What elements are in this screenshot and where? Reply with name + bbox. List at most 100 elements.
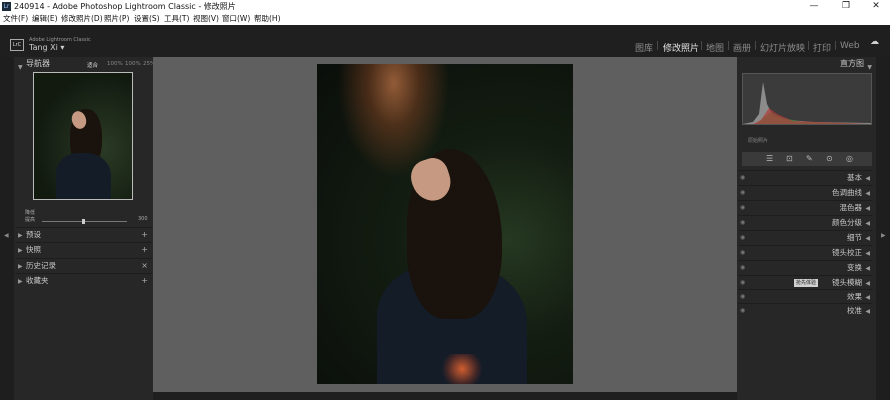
visibility-toggle-icon[interactable]: ◉: [740, 171, 745, 185]
panel-label: 变换: [847, 263, 862, 272]
cloud-icon[interactable]: ☁: [870, 37, 879, 47]
module-separator: |: [700, 41, 704, 51]
panel-calibration[interactable]: ◉ 校准 ◀: [738, 303, 873, 318]
visibility-toggle-icon[interactable]: ◉: [740, 246, 745, 260]
right-collapse-arrow-icon[interactable]: ▶: [881, 232, 886, 239]
title-bar: Lr 240914 - Adobe Photoshop Lightroom Cl…: [0, 0, 890, 13]
menu-file[interactable]: 文件(F): [3, 13, 28, 25]
section-history[interactable]: ▶ 历史记录 ×: [15, 258, 152, 273]
section-label: 历史记录: [26, 261, 56, 270]
zoom-fit[interactable]: 适合: [87, 61, 98, 69]
add-icon[interactable]: +: [141, 274, 148, 288]
expand-triangle-icon: ◀: [865, 235, 870, 242]
panel-label: 镜头校正: [832, 248, 862, 257]
photo-canvas[interactable]: [153, 57, 737, 392]
module-develop[interactable]: 修改照片: [663, 41, 699, 54]
section-presets[interactable]: ▶ 预设 +: [15, 227, 152, 242]
visibility-toggle-icon[interactable]: ◉: [740, 290, 745, 304]
add-icon[interactable]: +: [141, 243, 148, 257]
slider-value: 300: [138, 216, 148, 222]
navigator-slider-knob[interactable]: [82, 219, 85, 224]
module-library[interactable]: 图库: [635, 41, 653, 54]
expand-triangle-icon: ▶: [18, 232, 23, 239]
visibility-toggle-icon[interactable]: ◉: [740, 261, 745, 275]
histogram-header[interactable]: 直方图 ▼: [738, 57, 875, 71]
menu-develop[interactable]: 修改照片(D): [61, 13, 103, 25]
module-separator: |: [834, 41, 838, 51]
navigator-preview[interactable]: [33, 72, 133, 200]
crop-icon[interactable]: ⊡: [786, 152, 793, 166]
section-label: 收藏夹: [26, 276, 49, 285]
panel-effects[interactable]: ◉ 效果 ◀: [738, 289, 873, 304]
right-edge-strip[interactable]: ▶: [876, 57, 890, 400]
module-map[interactable]: 地图: [706, 41, 724, 54]
panel-label: 镜头模糊: [832, 278, 862, 287]
zoom-100-alt[interactable]: 100%: [125, 61, 141, 67]
histogram[interactable]: [742, 73, 872, 125]
red-eye-icon[interactable]: ⊙: [826, 152, 833, 166]
develop-tool-strip: ☰ ⊡ ✎ ⊙ ◎: [742, 152, 872, 166]
panel-label: 色调曲线: [832, 188, 862, 197]
expand-triangle-icon: ▶: [18, 247, 23, 254]
user-name[interactable]: Tang Xi ▾: [29, 43, 64, 52]
panel-transform[interactable]: ◉ 变换 ◀: [738, 260, 873, 275]
menu-tools[interactable]: 工具(T): [164, 13, 189, 25]
main-photo[interactable]: [317, 64, 573, 384]
section-snapshots[interactable]: ▶ 快照 +: [15, 242, 152, 257]
module-separator: |: [807, 41, 811, 51]
panel-color-mixer[interactable]: ◉ 混色器 ◀: [738, 200, 873, 215]
section-collections[interactable]: ▶ 收藏夹 +: [15, 273, 152, 288]
zoom-100[interactable]: 100%: [107, 61, 123, 67]
panel-detail[interactable]: ◉ 细节 ◀: [738, 230, 873, 245]
mask-icon[interactable]: ◎: [846, 152, 853, 166]
expand-triangle-icon: ◀: [865, 220, 870, 227]
panel-tone-curve[interactable]: ◉ 色调曲线 ◀: [738, 185, 873, 200]
expand-triangle-icon: ◀: [865, 175, 870, 182]
bottom-toolbar: [153, 392, 737, 400]
module-print[interactable]: 打印: [813, 41, 831, 54]
module-slideshow[interactable]: 幻灯片放映: [760, 41, 805, 54]
brush-icon[interactable]: ✎: [806, 152, 813, 166]
maximize-button[interactable]: ❐: [832, 0, 860, 13]
panel-color-grading[interactable]: ◉ 颜色分级 ◀: [738, 215, 873, 230]
module-book[interactable]: 画册: [733, 41, 751, 54]
panel-label: 校准: [847, 306, 862, 315]
panel-lens-corrections[interactable]: ◉ 镜头校正 ◀: [738, 245, 873, 260]
close-button[interactable]: ✕: [862, 0, 890, 13]
visibility-toggle-icon[interactable]: ◉: [740, 276, 745, 290]
sliders-icon[interactable]: ☰: [766, 152, 773, 166]
menu-photo[interactable]: 照片(P): [104, 13, 129, 25]
visibility-toggle-icon[interactable]: ◉: [740, 304, 745, 318]
expand-triangle-icon: ▶: [18, 263, 23, 270]
left-collapse-arrow-icon[interactable]: ◀: [4, 232, 9, 239]
lightroom-app-icon: Lr: [2, 2, 11, 11]
visibility-toggle-icon[interactable]: ◉: [740, 201, 745, 215]
expand-triangle-icon: ◀: [865, 265, 870, 272]
menu-edit[interactable]: 编辑(E): [32, 13, 58, 25]
add-icon[interactable]: +: [141, 228, 148, 242]
menu-settings[interactable]: 设置(S): [134, 13, 160, 25]
photo-flare: [437, 354, 487, 384]
menu-help[interactable]: 帮助(H): [254, 13, 281, 25]
panel-label: 细节: [847, 233, 862, 242]
panel-basic[interactable]: ◉ 基本 ◀: [738, 170, 873, 185]
visibility-toggle-icon[interactable]: ◉: [740, 216, 745, 230]
expand-triangle-icon: ◀: [865, 308, 870, 315]
histogram-graph: [743, 82, 871, 124]
lrc-logo: LrC: [10, 39, 24, 51]
histogram-label: 原始照片: [748, 138, 769, 144]
histogram-red: [753, 108, 871, 124]
module-web[interactable]: Web: [840, 41, 860, 51]
section-label: 预设: [26, 230, 41, 239]
visibility-toggle-icon[interactable]: ◉: [740, 231, 745, 245]
expand-triangle-icon: ◀: [865, 294, 870, 301]
preview-body: [56, 153, 111, 199]
menu-window[interactable]: 窗口(W): [222, 13, 250, 25]
visibility-toggle-icon[interactable]: ◉: [740, 186, 745, 200]
panel-label: 效果: [847, 292, 862, 301]
minimize-button[interactable]: —: [800, 0, 828, 13]
clear-icon[interactable]: ×: [141, 259, 148, 273]
panel-lens-blur[interactable]: ◉ 抢先体验 镜头模糊 ◀: [738, 275, 873, 290]
menu-view[interactable]: 视图(V): [193, 13, 219, 25]
left-edge-strip[interactable]: ◀: [0, 57, 14, 400]
